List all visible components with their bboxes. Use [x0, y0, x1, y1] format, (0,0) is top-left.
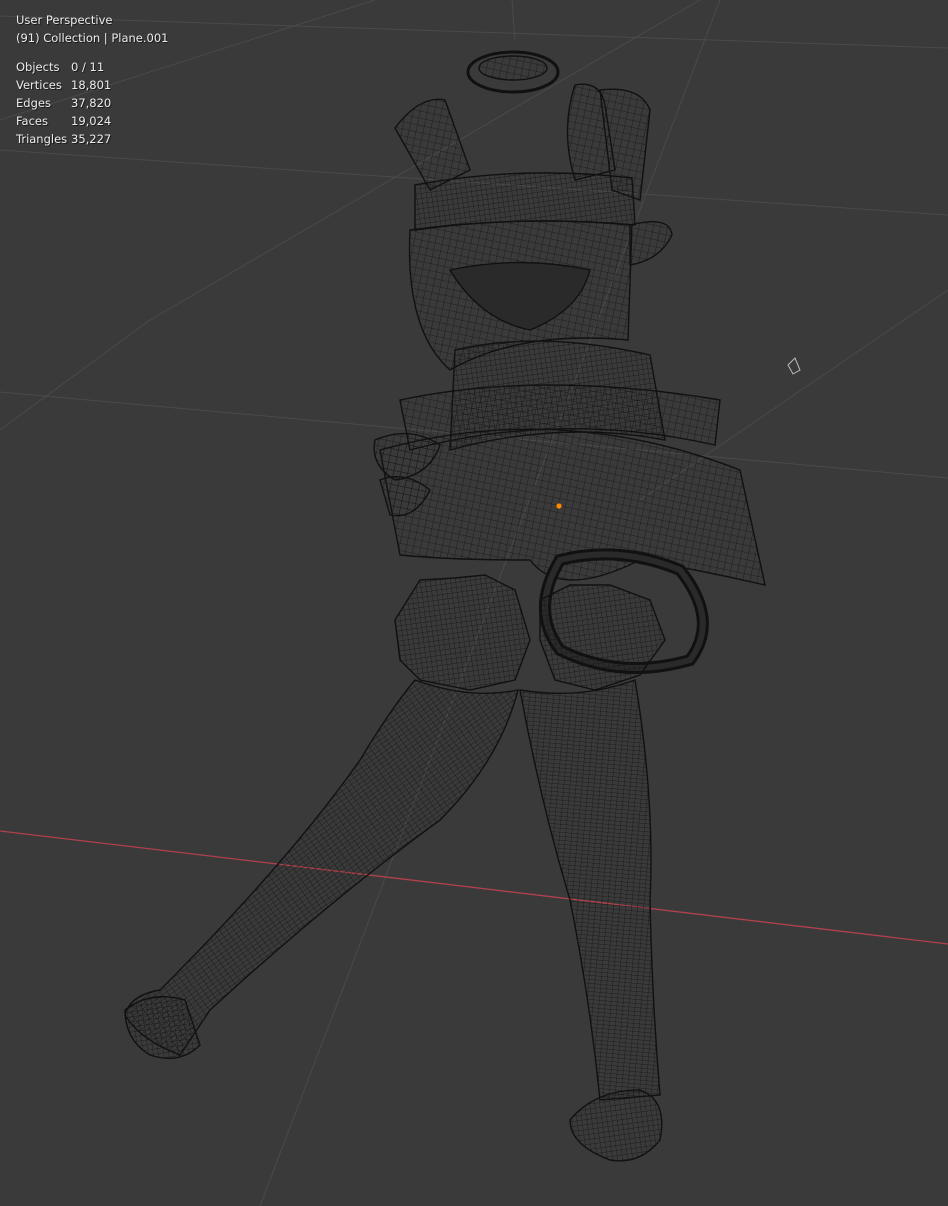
viewport-scene[interactable] — [0, 0, 948, 1206]
3d-viewport[interactable]: User Perspective (91) Collection | Plane… — [0, 0, 948, 1206]
x-axis-line — [0, 830, 948, 945]
object-origin — [556, 503, 562, 509]
wireframe-mesh — [124, 50, 766, 1162]
small-plane-object — [787, 357, 801, 375]
